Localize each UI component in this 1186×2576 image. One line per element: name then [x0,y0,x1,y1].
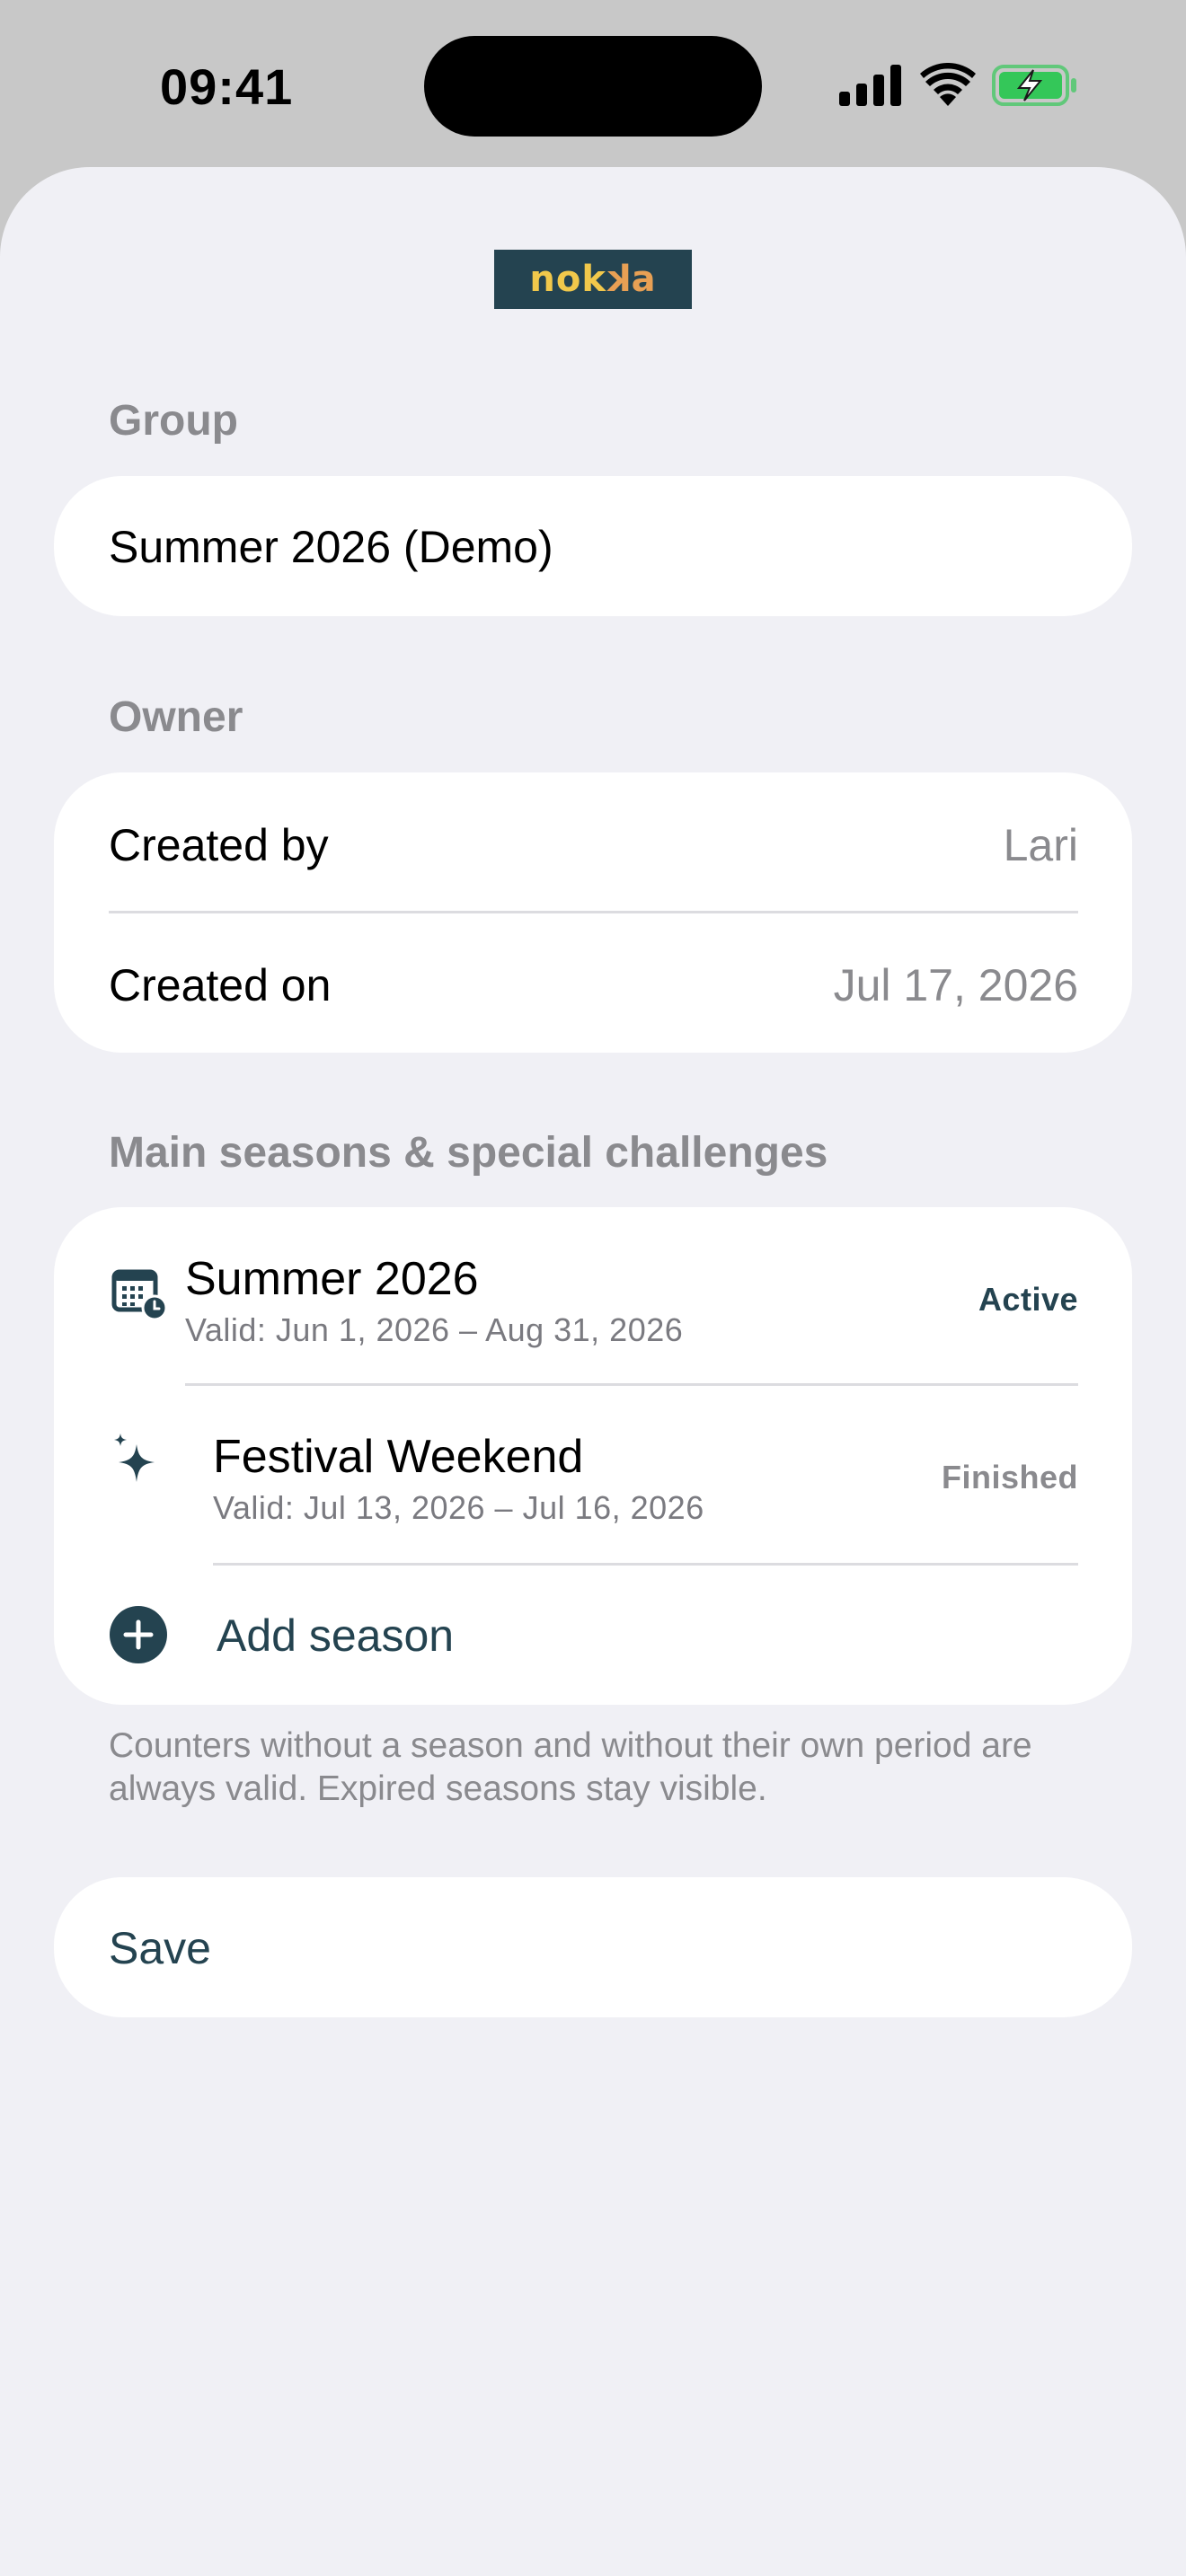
logo-text-part2: a [631,259,657,300]
status-badge-active: Active [978,1281,1078,1318]
status-bar: 09:41 [0,0,1186,167]
seasons-section-header: Main seasons & special challenges [109,1129,828,1177]
logo-text-mid: k [606,259,632,300]
season-title: Festival Weekend [213,1431,584,1483]
owner-section-header: Owner [109,693,243,741]
add-season-button[interactable]: Add season [54,1565,1132,1705]
seasons-footer-note: Counters without a season and without th… [109,1726,1032,1808]
season-row-festival-weekend[interactable]: Festival Weekend Valid: Jul 13, 2026 – J… [54,1385,1132,1563]
season-row-summer-2026[interactable]: Summer 2026 Valid: Jun 1, 2026 – Aug 31,… [54,1207,1132,1383]
created-on-label: Created on [109,960,332,1010]
dynamic-island [424,36,762,137]
calendar-clock-icon [111,1269,167,1320]
battery-charging-icon [992,65,1076,106]
season-title: Summer 2026 [185,1253,479,1305]
group-name-field[interactable]: Summer 2026 (Demo) [54,476,1132,616]
season-validity: Valid: Jun 1, 2026 – Aug 31, 2026 [185,1311,684,1348]
wifi-icon [920,63,976,106]
owner-card: Created by Lari Created on Jul 17, 2026 [54,772,1132,1053]
logo-text-part1: nok [529,259,606,300]
created-by-label: Created by [109,820,329,870]
status-badge-finished: Finished [941,1459,1078,1495]
group-section-header: Group [109,397,238,445]
group-detail-sheet: nok k a Group Summer 2026 (Demo) Owner Cre… [0,167,1186,2576]
created-by-value: Lari [1003,820,1078,870]
add-season-label: Add season [217,1610,455,1661]
season-validity: Valid: Jul 13, 2026 – Jul 16, 2026 [213,1489,704,1526]
nokka-logo: nok k a [494,250,692,309]
status-time: 09:41 [160,58,294,115]
plus-circle-icon [110,1606,167,1663]
owner-divider [109,911,1078,913]
save-label: Save [109,1923,211,1973]
seasons-card: Summer 2026 Valid: Jun 1, 2026 – Aug 31,… [54,1207,1132,1705]
save-button[interactable]: Save [54,1877,1132,2017]
cellular-signal-icon [839,65,901,106]
created-on-value: Jul 17, 2026 [833,960,1078,1010]
sparkles-icon [114,1434,155,1482]
group-name-value: Summer 2026 (Demo) [109,522,553,572]
